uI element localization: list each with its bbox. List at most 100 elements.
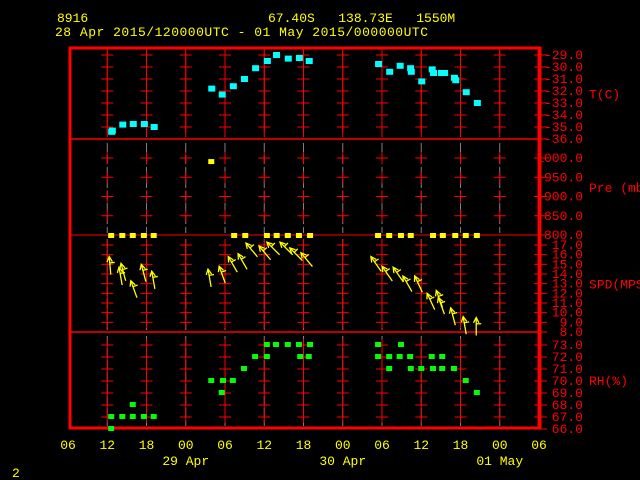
rh-point [428,354,435,359]
x-tick-label: 12 [99,438,115,453]
temperature-point [452,77,460,84]
rh-point [386,366,393,371]
wind-arrow-barb [464,321,470,324]
wind-arrow-barb [240,256,246,260]
pressure-point [407,233,414,238]
rh-point [229,378,236,383]
wind-arrow-barb [122,267,128,271]
wind-arrow [205,267,215,288]
rh-point [439,354,446,359]
rh-point [375,354,382,359]
wind-arrow [426,292,436,310]
temperature-point [140,121,148,127]
rh-point [305,354,312,359]
y-tick-label: -36.0 [544,132,583,147]
temperature-point [108,127,116,134]
x-date-label: 01 May [476,454,523,469]
rh-point [263,354,270,359]
temperature-point [218,91,226,98]
plot-frame [68,46,542,430]
x-tick-label: 18 [139,438,155,453]
temperature-point [441,70,449,76]
pressure-point [231,233,238,238]
pressure-point [273,233,280,238]
pressure-point [284,233,291,238]
rh-point [108,426,115,431]
y-tick-label: 66.0 [552,422,583,437]
wind-arrow [258,244,272,261]
pressure-point [119,233,126,238]
pressure-point [295,233,302,238]
x-tick-label: 00 [492,438,508,453]
wind-arrow-barb [132,284,138,288]
x-tick-label: 00 [335,438,351,453]
temperature-point [229,83,237,90]
rh-point [450,366,457,371]
temperature-point [240,76,248,82]
wind-arrow-barb [142,268,148,272]
axes: -29.0-30.0-31.0-32.0-33.0-34.0-35.0-36.0… [60,48,640,469]
pressure-point [473,233,480,238]
rh-point [375,342,382,347]
data-marks [106,52,482,431]
wind-arrow-barb [231,258,237,263]
temperature-point [284,55,292,62]
rh-point [263,342,270,347]
wind-arrow [402,274,413,292]
temperature-point [208,85,216,92]
rh-point [386,354,393,359]
frame-border [68,46,542,430]
x-tick-label: 18 [296,438,312,453]
wind-arrow [265,241,281,256]
rh-point [297,354,304,359]
pressure-point [307,233,314,238]
rh-point [430,366,437,371]
wind-arrow [237,252,248,270]
wind-arrow [392,266,404,283]
wind-arrow [129,279,138,298]
x-tick-label: 12 [413,438,429,453]
wind-arrow-barb [429,296,435,300]
rh-point [295,342,302,347]
temperature-point [252,65,260,72]
pressure-point [140,233,147,238]
rh-point [129,402,136,407]
pressure-point [263,233,270,238]
wind-arrow-barb [438,294,444,297]
x-tick-label: 12 [256,438,272,453]
rh-point [439,366,446,371]
panel-label-wind_speed: SPD(MPS) [589,278,640,293]
rh-point [129,414,136,419]
temperature-point [407,68,415,75]
wind-arrow [245,241,259,258]
wind-arrow [472,316,482,336]
pressure-point [150,233,157,238]
rh-point [473,390,480,395]
time-period: 28 Apr 2015/120000UTC - 01 May 2015/0000… [55,25,428,40]
rh-point [462,378,469,383]
rh-point [252,354,259,359]
pressure-point [242,233,249,238]
wind-arrow-barb [152,275,158,278]
pressure-point [386,233,393,238]
temperature-point [129,121,137,127]
x-tick-label: 06 [60,438,76,453]
rh-point [307,342,314,347]
rh-point [119,414,126,419]
station-id: 8916 [57,11,88,26]
x-tick-label: 00 [178,438,194,453]
x-date-label: 30 Apr [319,454,366,469]
rh-point [108,414,115,419]
pressure-point [108,233,115,238]
temperature-point [462,89,470,96]
pressure-point [462,233,469,238]
panel-label-pressure: Pre (mb) [589,181,640,196]
temperature-point [273,52,281,58]
temperature-point [375,61,383,67]
wind-arrow-barb [440,300,446,304]
wind-arrow [436,295,446,315]
rh-point [150,414,157,419]
rh-point [284,342,291,347]
temperature-point [295,55,303,61]
y-tick-label: 850.0 [544,209,583,224]
